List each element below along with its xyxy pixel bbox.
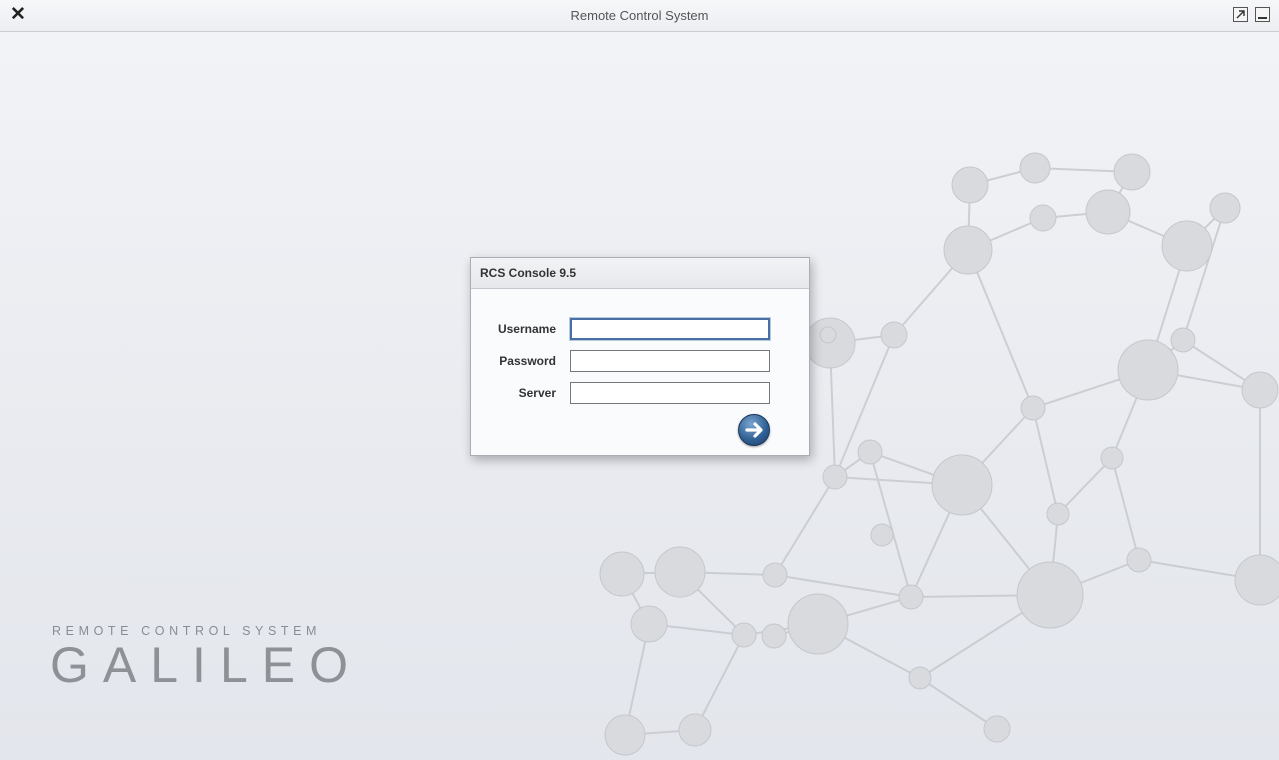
minimize-icon xyxy=(1258,17,1267,19)
brand-name: GALILEO xyxy=(50,637,362,693)
dialog-title: RCS Console 9.5 xyxy=(480,266,577,280)
dialog-header: RCS Console 9.5 xyxy=(471,258,809,289)
brand-logo: REMOTE CONTROL SYSTEM GALILEO xyxy=(50,624,362,692)
username-row: Username xyxy=(471,318,811,340)
password-label: Password xyxy=(499,354,556,368)
username-input[interactable] xyxy=(570,318,770,340)
server-input[interactable] xyxy=(570,382,770,404)
server-row: Server xyxy=(471,382,811,404)
brand-subtitle: REMOTE CONTROL SYSTEM xyxy=(52,624,322,638)
arrow-right-icon xyxy=(745,422,763,438)
maximize-button[interactable] xyxy=(1233,7,1248,22)
password-input[interactable] xyxy=(570,350,770,372)
window-titlebar: ✕ Remote Control System xyxy=(0,0,1279,32)
login-dialog: RCS Console 9.5 Username Password Server xyxy=(470,257,810,456)
minimize-button[interactable] xyxy=(1255,7,1270,22)
password-row: Password xyxy=(471,350,811,372)
login-submit-button[interactable] xyxy=(738,414,770,446)
expand-arrow-icon xyxy=(1236,10,1245,19)
username-label: Username xyxy=(497,322,556,336)
window-title: Remote Control System xyxy=(570,8,709,23)
server-label: Server xyxy=(518,386,556,400)
